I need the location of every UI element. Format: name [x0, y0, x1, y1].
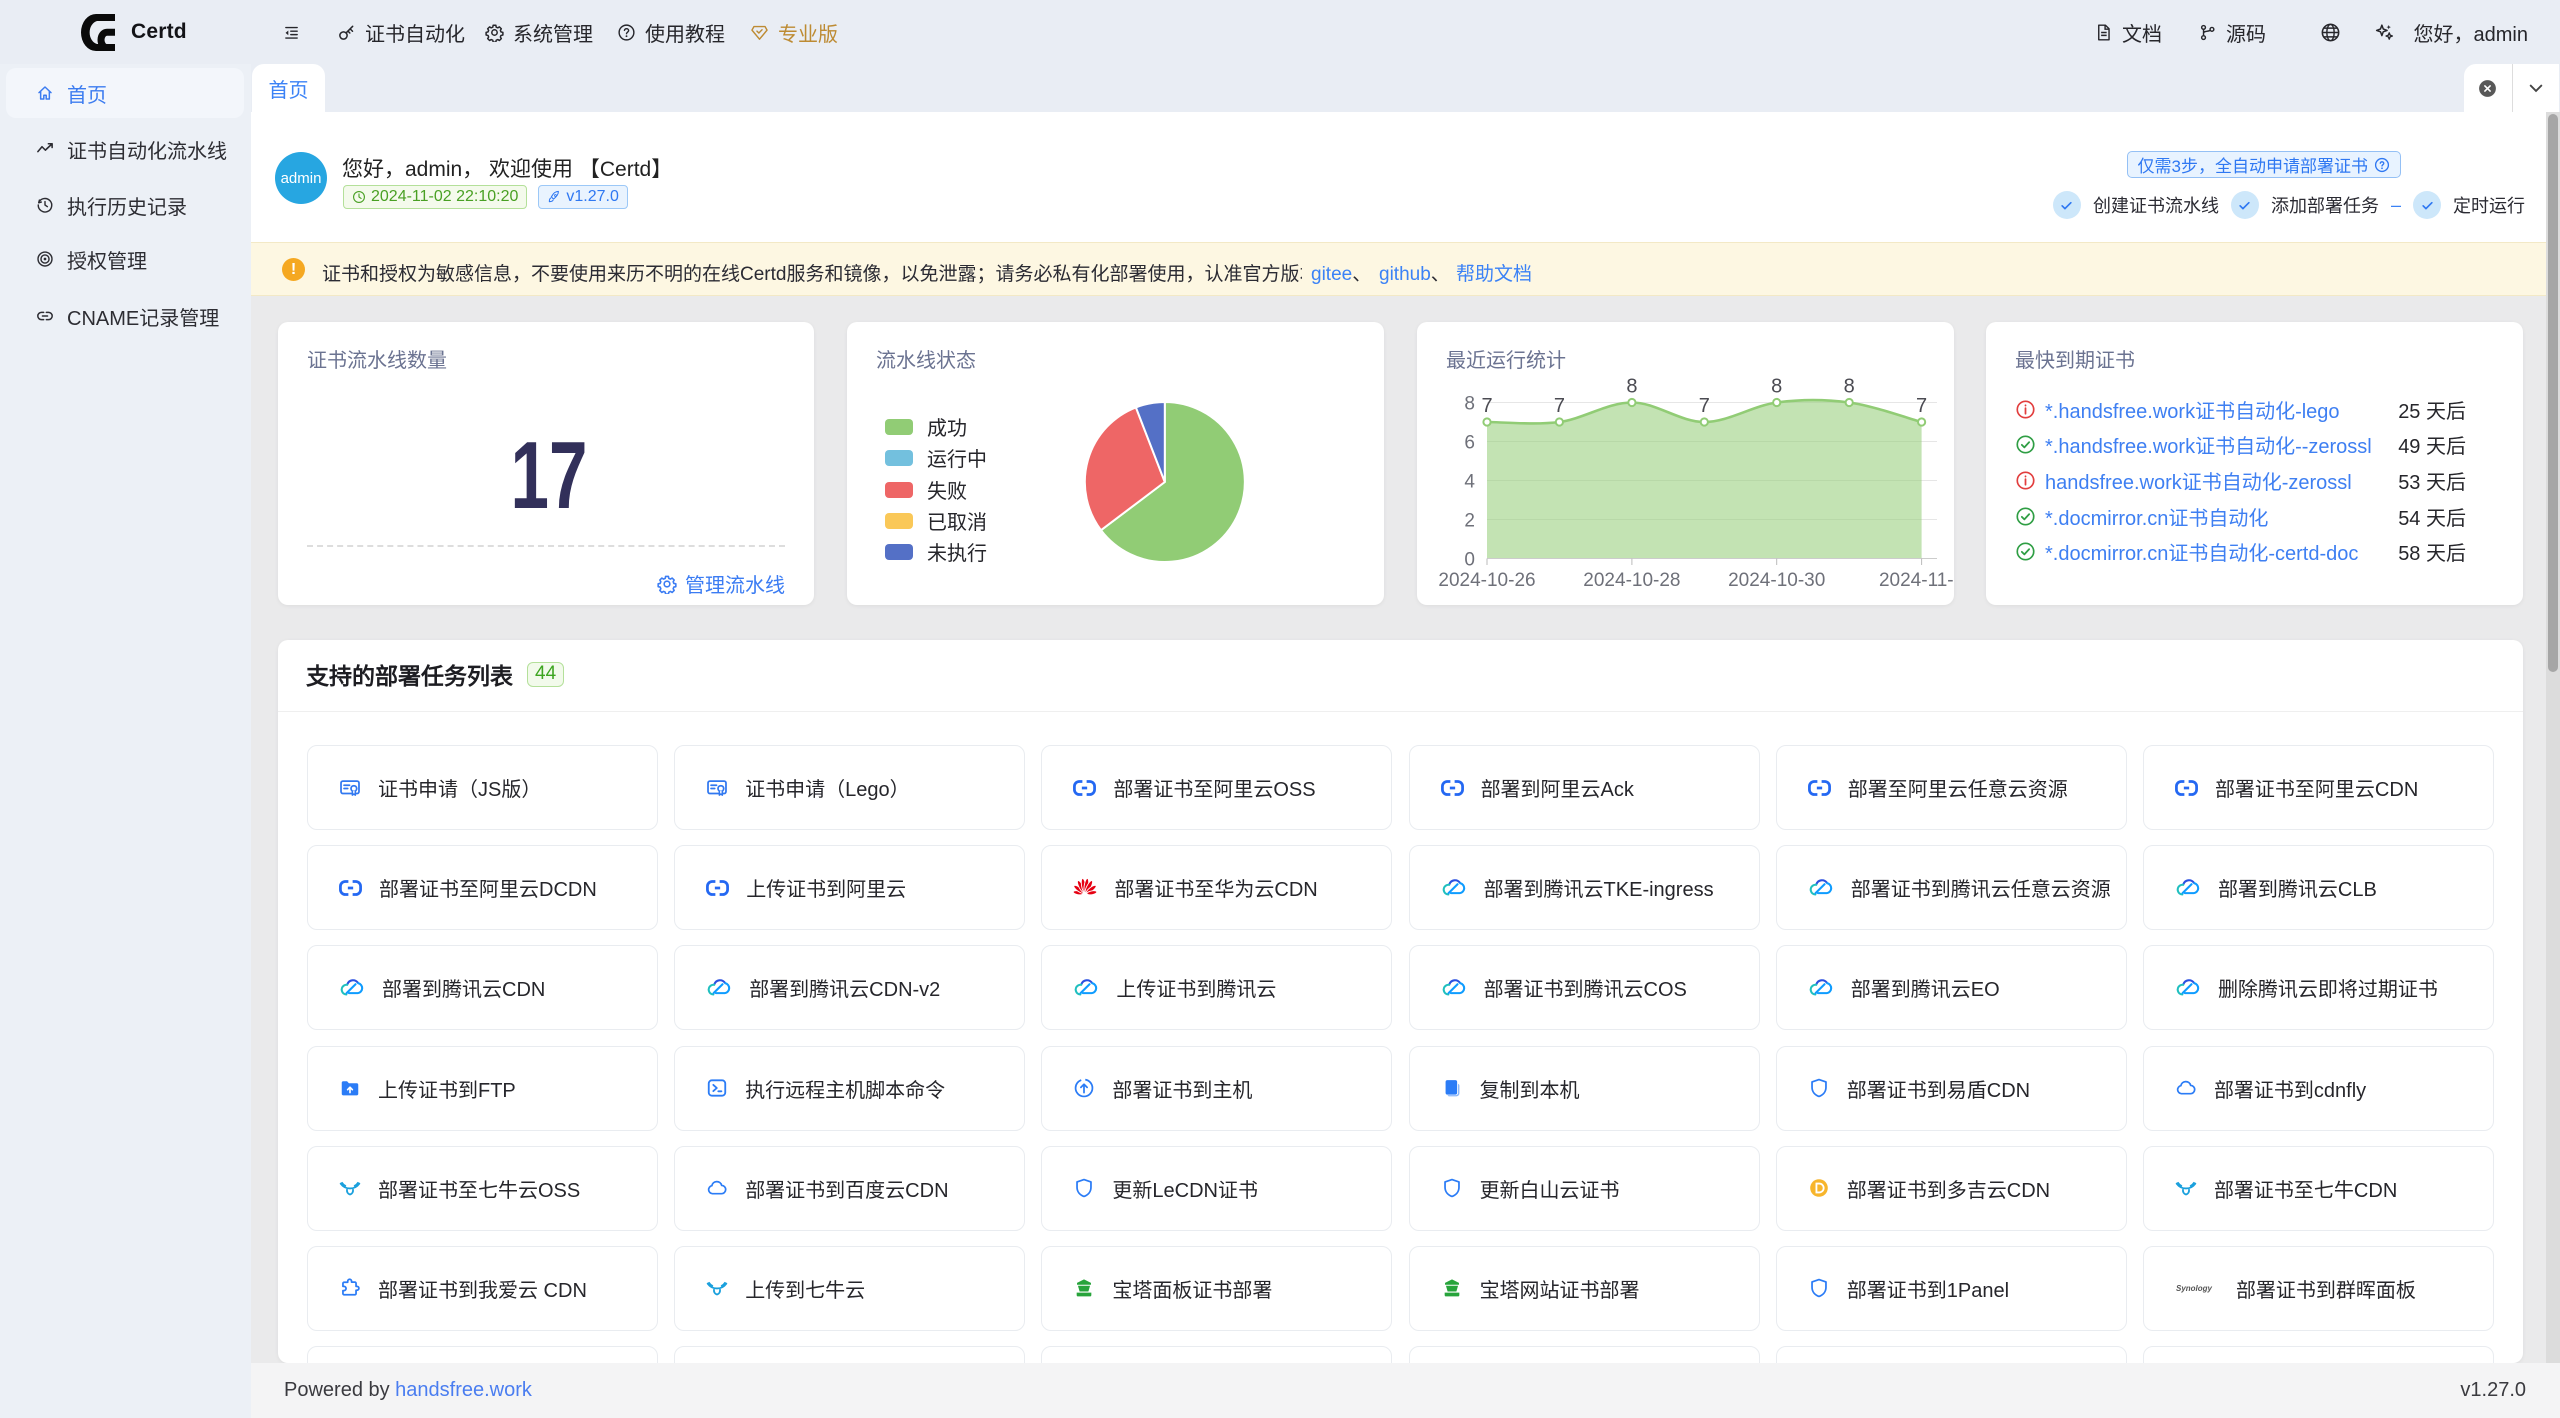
svg-text:6: 6 [1464, 433, 1475, 454]
svg-text:8: 8 [1626, 376, 1637, 398]
svg-text:2024-10-26: 2024-10-26 [1438, 570, 1535, 591]
svg-text:7: 7 [1699, 395, 1710, 417]
svg-text:7: 7 [1481, 395, 1492, 417]
svg-text:8: 8 [1844, 376, 1855, 398]
svg-text:8: 8 [1464, 394, 1475, 415]
svg-text:2024-10-30: 2024-10-30 [1728, 570, 1825, 591]
svg-text:7: 7 [1916, 395, 1927, 417]
svg-text:4: 4 [1464, 472, 1475, 493]
svg-text:2024-11-1: 2024-11-1 [1879, 570, 1954, 591]
svg-text:7: 7 [1554, 395, 1565, 417]
svg-text:8: 8 [1771, 376, 1782, 398]
svg-text:0: 0 [1464, 550, 1475, 571]
svg-text:2: 2 [1464, 511, 1475, 532]
svg-text:2024-10-28: 2024-10-28 [1583, 570, 1680, 591]
